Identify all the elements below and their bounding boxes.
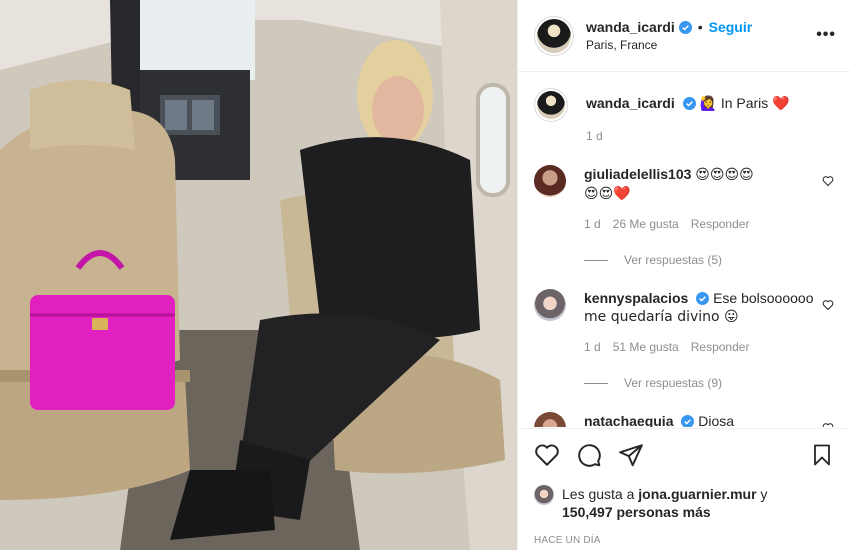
post-location[interactable]: Paris, France: [586, 38, 834, 52]
comment: natachaeguia Diosa: [534, 412, 834, 427]
comment-likes[interactable]: 51 Me gusta: [613, 338, 679, 356]
verified-badge-icon: [681, 415, 695, 427]
post-photo[interactable]: [0, 0, 517, 550]
comment-age[interactable]: 1 d: [584, 215, 601, 233]
liker-avatar[interactable]: [534, 485, 554, 505]
verified-badge-icon: [682, 97, 696, 110]
follow-button[interactable]: Seguir: [709, 19, 753, 35]
header-separator: •: [697, 19, 703, 35]
view-replies[interactable]: Ver respuestas (9): [584, 376, 834, 390]
comment-age[interactable]: 1 d: [584, 338, 601, 356]
comment-likes[interactable]: 26 Me gusta: [613, 215, 679, 233]
comment-text-line2: me quedaría divino 😛: [584, 309, 739, 325]
likes-and: y: [760, 486, 768, 502]
reply-button[interactable]: Responder: [691, 215, 750, 233]
likes-count[interactable]: 150,497 personas más: [562, 504, 711, 520]
like-comment-icon[interactable]: [822, 422, 834, 427]
comments-section: wanda_icardi 🙋‍♀️ In Paris ❤️ 1 d: [518, 72, 850, 427]
caption-heart: ❤️: [772, 96, 790, 112]
view-replies[interactable]: Ver respuestas (5): [584, 253, 834, 267]
commenter-avatar[interactable]: [534, 289, 566, 321]
reply-button[interactable]: Responder: [691, 338, 750, 356]
replies-divider: [584, 259, 608, 261]
caption: wanda_icardi 🙋‍♀️ In Paris ❤️ 1 d: [534, 88, 834, 145]
more-options-icon[interactable]: •••: [816, 26, 836, 44]
comment-text: 😍😍😍😍: [695, 167, 754, 183]
comment-username[interactable]: natachaeguia: [584, 413, 673, 427]
post-timestamp[interactable]: HACE UN DÍA: [534, 535, 834, 546]
liker-username[interactable]: jona.guarnier.mur: [638, 486, 756, 502]
comment-text: Ese bolsoooooo: [713, 290, 814, 306]
like-comment-icon[interactable]: [822, 175, 834, 187]
share-icon[interactable]: [618, 442, 644, 468]
caption-emoji: 🙋‍♀️: [699, 96, 717, 112]
like-heart-icon[interactable]: [534, 442, 560, 468]
comment: giuliadelellis103 😍😍😍😍 😍😍❤️ 1 d 26 Me gu…: [534, 165, 834, 233]
caption-avatar[interactable]: [534, 88, 568, 122]
author-avatar[interactable]: [534, 15, 574, 56]
comment: kennyspalacios Ese bolsoooooo me quedarí…: [534, 289, 834, 356]
comment-username[interactable]: kennyspalacios: [584, 290, 688, 306]
view-replies-label[interactable]: Ver respuestas (5): [624, 253, 722, 267]
caption-age[interactable]: 1 d: [586, 127, 603, 145]
likes-summary: Les gusta a jona.guarnier.mur y 150,497 …: [534, 485, 834, 521]
caption-username[interactable]: wanda_icardi: [586, 95, 675, 111]
verified-badge-icon: [678, 20, 692, 34]
comment-text-line2: 😍😍❤️: [584, 186, 631, 202]
caption-text: In Paris: [720, 95, 769, 111]
post-header: wanda_icardi • Seguir Paris, France •••: [518, 0, 850, 72]
bookmark-icon[interactable]: [810, 442, 834, 468]
replies-divider: [584, 382, 608, 384]
like-comment-icon[interactable]: [822, 299, 834, 311]
instagram-post: wanda_icardi • Seguir Paris, France ••• …: [0, 0, 850, 550]
likes-prefix: Les gusta a: [562, 486, 635, 502]
comment-username[interactable]: giuliadelellis103: [584, 166, 691, 182]
commenter-avatar[interactable]: [534, 412, 566, 427]
comment-text: Diosa: [698, 413, 735, 427]
post-side-panel: wanda_icardi • Seguir Paris, France ••• …: [517, 0, 850, 550]
view-replies-label[interactable]: Ver respuestas (9): [624, 376, 722, 390]
commenter-avatar[interactable]: [534, 165, 566, 197]
jet-cabin-photo: [0, 0, 517, 550]
post-actions: Les gusta a jona.guarnier.mur y 150,497 …: [518, 428, 850, 546]
author-username[interactable]: wanda_icardi: [586, 19, 675, 35]
verified-badge-icon: [696, 292, 710, 305]
comment-icon[interactable]: [576, 442, 602, 468]
